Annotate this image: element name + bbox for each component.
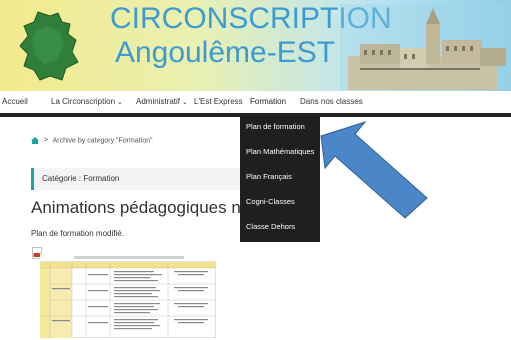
nav-item-la-circonscription[interactable]: La Circonscription ⌄ xyxy=(51,91,123,113)
nav-item-formation[interactable]: Formation xyxy=(250,91,286,113)
category-header: Catégorie : Formation xyxy=(31,168,274,190)
dropdown-item-plan-de-formation[interactable]: Plan de formation xyxy=(246,122,305,131)
nav-label: Accueil xyxy=(2,97,28,106)
nav-label: La Circonscription xyxy=(51,97,116,106)
breadcrumb-current: Archive by category "Formation" xyxy=(52,137,153,145)
nav-item-administratif[interactable]: Administratif ⌄ xyxy=(136,91,188,113)
chevron-down-icon: ⌄ xyxy=(182,99,188,106)
post-title[interactable]: Animations pédagogiques novembre-décembr… xyxy=(31,198,241,218)
dropdown-item-classe-dehors[interactable]: Classe Dehors xyxy=(246,222,295,231)
site-title[interactable]: CIRCONSCRIPTION Angoulême-EST xyxy=(110,2,392,69)
breadcrumb: > Archive by category "Formation" xyxy=(31,137,153,144)
city-skyline-image xyxy=(340,4,511,90)
dropdown-item-plan-francais[interactable]: Plan Français xyxy=(246,172,292,181)
breadcrumb-separator: > xyxy=(43,137,49,145)
nav-item-lest-express[interactable]: L'Est Express xyxy=(194,91,243,113)
post-excerpt: Plan de formation modifié. xyxy=(31,229,124,238)
chevron-down-icon: ⌄ xyxy=(117,99,123,106)
nav-label: Administratif xyxy=(136,97,181,106)
pointer-arrow-annotation xyxy=(320,121,428,219)
nav-label: Dans nos classes xyxy=(300,97,363,106)
site-title-line2: Angoulême-EST xyxy=(114,36,336,69)
site-banner: CIRCONSCRIPTION Angoulême-EST xyxy=(0,0,511,91)
home-icon[interactable] xyxy=(31,137,39,144)
nav-label: L'Est Express xyxy=(194,97,243,106)
nav-label: Formation xyxy=(250,97,287,106)
document-thumbnail[interactable] xyxy=(40,254,216,338)
department-map-logo[interactable] xyxy=(18,10,80,82)
site-title-line1: CIRCONSCRIPTION xyxy=(110,2,392,35)
dropdown-item-cogni-classes[interactable]: Cogni-Classes xyxy=(246,197,295,206)
category-label: Catégorie : Formation xyxy=(42,174,120,183)
nav-item-accueil[interactable]: Accueil xyxy=(2,91,28,113)
